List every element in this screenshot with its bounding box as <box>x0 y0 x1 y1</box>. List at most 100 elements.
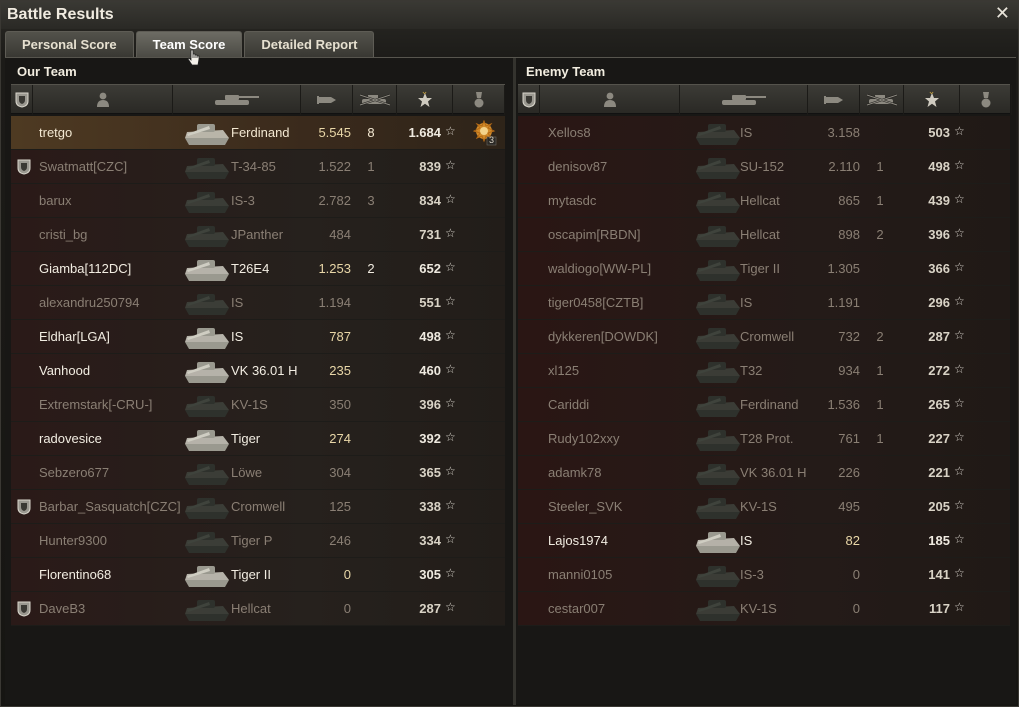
our-vehicle-col-icon[interactable] <box>173 85 301 115</box>
enemy-team-row[interactable]: waldiogo[WW-PL] Tiger II 1.305 366 ☆ <box>518 252 1010 286</box>
enemy-team-row[interactable]: xl125 T32 934 1 272 ☆ <box>518 354 1010 388</box>
our-damage-col-icon[interactable] <box>301 85 353 115</box>
xp-value: 396 <box>928 227 950 242</box>
xp-star-icon: ☆ <box>954 566 965 580</box>
tank-icon <box>690 560 746 590</box>
xp-value: 460 <box>419 363 441 378</box>
our-team-row[interactable]: DaveB3 Hellcat 0 287 ☆ <box>11 592 505 626</box>
our-team-row[interactable]: radovesice Tiger 274 392 ☆ <box>11 422 505 456</box>
xp-star-icon: ☆ <box>445 192 456 206</box>
player-name: dykkeren[DOWDK] <box>548 329 658 344</box>
player-name: Swatmatt[CZC] <box>39 159 128 174</box>
our-platoon-col-icon[interactable] <box>11 85 33 115</box>
xp-value: 272 <box>928 363 950 378</box>
tank-icon <box>179 560 235 590</box>
enemy-player-col-icon[interactable] <box>540 85 680 115</box>
medal-count: 3 <box>489 135 495 145</box>
tab-personal-score[interactable]: Personal Score <box>5 31 134 57</box>
enemy-team-row[interactable]: Lajos1974 IS 82 185 ☆ <box>518 524 1010 558</box>
damage-value: 0 <box>343 567 351 582</box>
tank-icon <box>690 186 746 216</box>
enemy-medals-col-icon[interactable] <box>960 85 1012 115</box>
player-name: oscapim[RBDN] <box>548 227 641 242</box>
xp-star-icon: ☆ <box>445 226 456 240</box>
tank-icon <box>690 220 746 250</box>
enemy-team-row[interactable]: oscapim[RBDN] Hellcat 898 2 396 ☆ <box>518 218 1010 252</box>
enemy-team-row[interactable]: Rudy102xxy T28 Prot. 761 1 227 ☆ <box>518 422 1010 456</box>
enemy-damage-col-icon[interactable] <box>808 85 860 115</box>
platoon-shield-icon <box>17 601 31 617</box>
our-team-row[interactable]: alexandru250794 IS 1.194 551 ☆ <box>11 286 505 320</box>
enemy-team-row[interactable]: cestar007 KV-1S 0 117 ☆ <box>518 592 1010 626</box>
our-team-row[interactable]: Barbar_Sasquatch[CZC] Cromwell 125 338 ☆ <box>11 490 505 524</box>
window-title: Battle Results <box>7 6 114 23</box>
our-team-row[interactable]: Sebzero677 Löwe 304 365 ☆ <box>11 456 505 490</box>
vehicle-name: VK 36.01 H <box>740 465 807 480</box>
tank-icon <box>690 118 746 148</box>
kills-value: 1 <box>876 431 884 446</box>
our-kills-col-icon[interactable] <box>353 85 397 115</box>
our-team-row[interactable]: Vanhood VK 36.01 H 235 460 ☆ <box>11 354 505 388</box>
our-team-row[interactable]: tretgo Ferdinand 5.545 8 1.684 ☆ 3 <box>11 116 505 150</box>
our-team-row[interactable]: Hunter9300 Tiger P 246 334 ☆ <box>11 524 505 558</box>
xp-star-icon: ☆ <box>954 226 965 240</box>
tank-icon <box>179 390 235 420</box>
xp-value: 287 <box>928 329 950 344</box>
xp-star-icon: ☆ <box>445 498 456 512</box>
player-name: Eldhar[LGA] <box>39 329 110 344</box>
our-team-row[interactable]: Giamba[112DC] T26E4 1.253 2 652 ☆ <box>11 252 505 286</box>
xp-value: 334 <box>419 533 441 548</box>
our-team-row[interactable]: Extremstark[-CRU-] KV-1S 350 396 ☆ <box>11 388 505 422</box>
player-name: Barbar_Sasquatch[CZC] <box>39 499 181 514</box>
enemy-xp-col-icon[interactable]: ⌄ <box>904 85 960 115</box>
xp-value: 141 <box>928 567 950 582</box>
xp-star-icon: ☆ <box>954 260 965 274</box>
kills-value: 1 <box>876 363 884 378</box>
our-xp-col-icon[interactable]: ⌄ <box>397 85 453 115</box>
medal-icon[interactable]: 3 <box>472 119 497 146</box>
our-player-col-icon[interactable] <box>33 85 173 115</box>
our-medals-col-icon[interactable] <box>453 85 505 115</box>
tab-detailed-report[interactable]: Detailed Report <box>244 31 375 57</box>
enemy-platoon-col-icon[interactable] <box>518 85 540 115</box>
our-team-row[interactable]: barux IS-3 2.782 3 834 ☆ <box>11 184 505 218</box>
our-team-row[interactable]: Florentino68 Tiger II 0 305 ☆ <box>11 558 505 592</box>
enemy-team-row[interactable]: dykkeren[DOWDK] Cromwell 732 2 287 ☆ <box>518 320 1010 354</box>
xp-star-icon: ☆ <box>445 158 456 172</box>
our-team-row[interactable]: Eldhar[LGA] IS 787 498 ☆ <box>11 320 505 354</box>
our-team-row[interactable]: Swatmatt[CZC] T-34-85 1.522 1 839 ☆ <box>11 150 505 184</box>
xp-value: 396 <box>419 397 441 412</box>
close-icon[interactable]: ✕ <box>995 3 1010 24</box>
damage-value: 1.194 <box>318 295 351 310</box>
tank-icon <box>179 186 235 216</box>
enemy-team-row[interactable]: Xellos8 IS 3.158 503 ☆ <box>518 116 1010 150</box>
xp-value: 117 <box>929 601 950 616</box>
xp-star-icon: ☆ <box>445 532 456 546</box>
tank-icon <box>179 458 235 488</box>
kills-value: 8 <box>367 125 375 140</box>
kills-value: 1 <box>876 159 884 174</box>
damage-value: 1.305 <box>827 261 860 276</box>
enemy-team-row[interactable]: Cariddi Ferdinand 1.536 1 265 ☆ <box>518 388 1010 422</box>
our-team-row[interactable]: cristi_bg JPanther 484 731 ☆ <box>11 218 505 252</box>
tank-icon <box>690 492 746 522</box>
enemy-team-row[interactable]: denisov87 SU-152 2.110 1 498 ☆ <box>518 150 1010 184</box>
enemy-team-row[interactable]: Steeler_SVK KV-1S 495 205 ☆ <box>518 490 1010 524</box>
vehicle-name: Ferdinand <box>231 125 290 140</box>
tank-icon <box>690 424 746 454</box>
enemy-team-row[interactable]: manni0105 IS-3 0 141 ☆ <box>518 558 1010 592</box>
vehicle-name: SU-152 <box>740 159 785 174</box>
damage-value: 0 <box>343 601 351 616</box>
xp-star-icon: ☆ <box>445 294 456 308</box>
enemy-team-row[interactable]: tiger0458[CZTB] IS 1.191 296 ☆ <box>518 286 1010 320</box>
player-name: Sebzero677 <box>39 465 110 480</box>
vehicle-name: Tiger P <box>231 533 273 548</box>
enemy-team-row[interactable]: adamk78 VK 36.01 H 226 221 ☆ <box>518 456 1010 490</box>
enemy-vehicle-col-icon[interactable] <box>680 85 808 115</box>
vehicle-name: KV-1S <box>740 601 777 616</box>
enemy-team-row[interactable]: mytasdc Hellcat 865 1 439 ☆ <box>518 184 1010 218</box>
enemy-kills-col-icon[interactable] <box>860 85 904 115</box>
xp-star-icon: ☆ <box>954 498 965 512</box>
our-team-panel: Our Team ⌄ tretgo Ferdinand 5.545 8 1.684 ☆ 3 S… <box>9 58 507 705</box>
kills-value: 2 <box>876 329 884 344</box>
